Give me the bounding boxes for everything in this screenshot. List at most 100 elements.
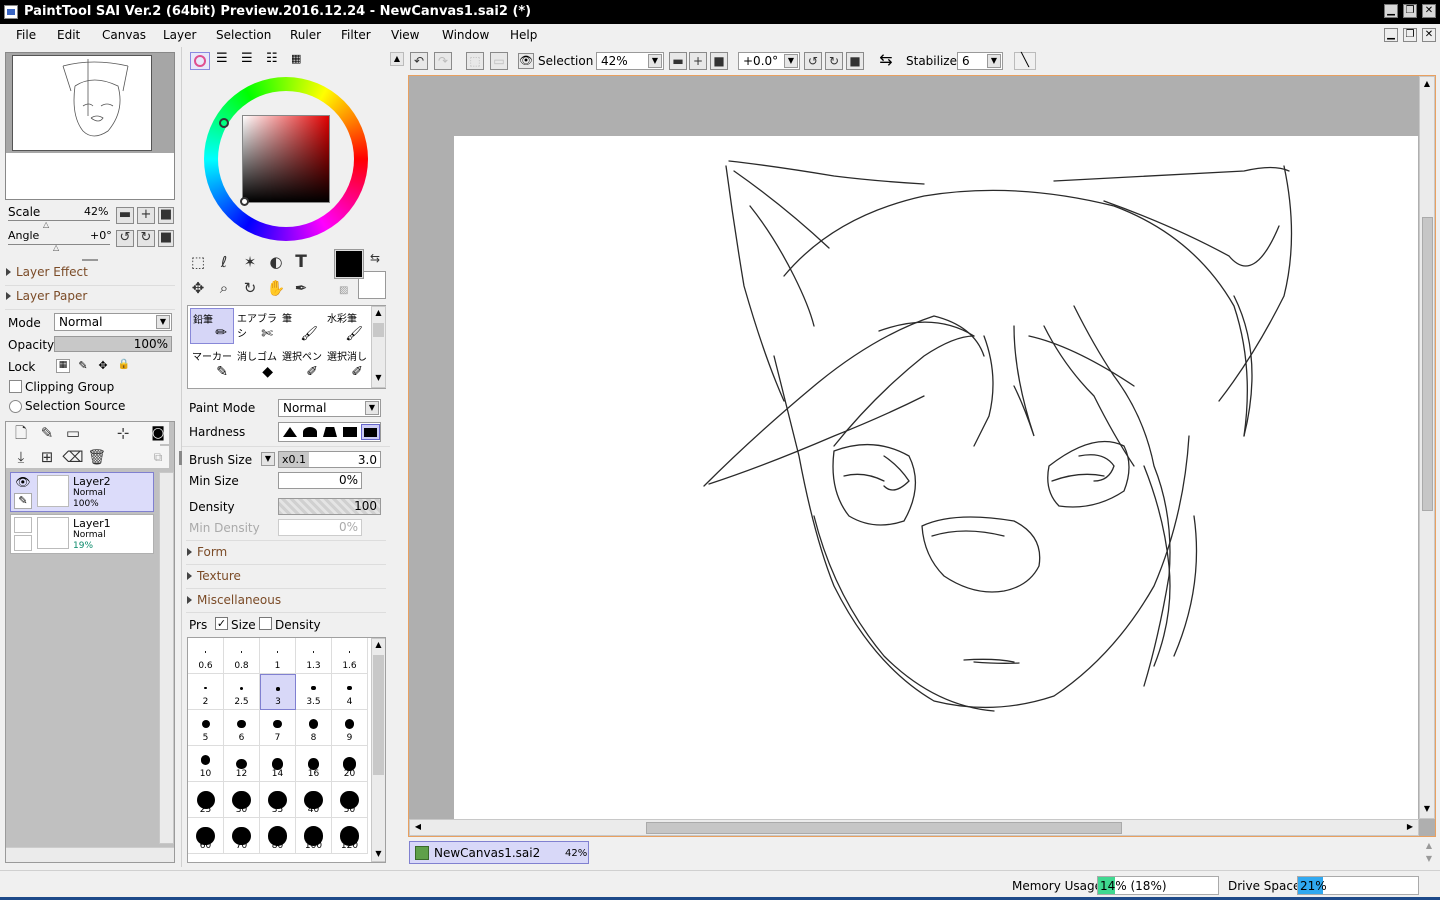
clipping-group-checkbox[interactable]	[9, 380, 22, 393]
clear-layer-icon[interactable]: ⌫	[62, 446, 84, 468]
brush-size-preset[interactable]: 70	[224, 818, 260, 854]
transparent-color-icon[interactable]: ▨	[339, 285, 348, 296]
layer-mode-select[interactable]: Normal ▼	[54, 313, 172, 331]
lock-transparency-icon[interactable]: ▦	[56, 359, 70, 373]
scratchpad-tab[interactable]: ▦	[291, 53, 311, 67]
canvas-zoom-out-button[interactable]: ▬	[669, 52, 687, 70]
visibility-eye-icon[interactable]: 👁	[14, 475, 32, 491]
brush-size-preset[interactable]: 9	[332, 710, 368, 746]
menu-help[interactable]: Help	[510, 28, 537, 42]
brush-size-preset[interactable]: 40	[296, 782, 332, 818]
menu-view[interactable]: View	[391, 28, 419, 42]
opacity-slider[interactable]: 100%	[54, 336, 172, 352]
hardness-hardest-option[interactable]	[361, 424, 380, 440]
menu-ruler[interactable]: Ruler	[290, 28, 321, 42]
pressure-size-checkbox[interactable]: ✓	[215, 617, 228, 630]
rect-select-icon[interactable]: ⬚	[187, 251, 209, 273]
panel-scroll-up-icon[interactable]: ▲	[390, 52, 404, 66]
foreground-color-swatch[interactable]	[334, 249, 364, 279]
lock-all-icon[interactable]: 🔒	[117, 359, 131, 373]
zoom-icon[interactable]: ⌕	[213, 277, 235, 299]
scroll-down-icon[interactable]: ▼	[1421, 804, 1433, 816]
delete-layer-icon[interactable]: 🗑	[86, 446, 108, 468]
canvas-tab[interactable]: NewCanvas1.sai2 42%	[409, 841, 589, 864]
layer-paper-section[interactable]: Layer Paper	[6, 289, 87, 303]
mdi-minimize-button[interactable]: ▁	[1384, 28, 1398, 42]
zoom-in-button[interactable]: +	[137, 207, 155, 224]
move-icon[interactable]: ✥	[187, 277, 209, 299]
brush-select-eraser[interactable]: 選択消し ✐	[325, 346, 369, 382]
tabs-scroll-up-icon[interactable]: ▲	[1422, 841, 1436, 852]
presets-scrollbar[interactable]: ▲ ▼	[371, 638, 385, 862]
brush-watercolor[interactable]: 水彩筆 🖌	[325, 308, 369, 344]
zoom-out-button[interactable]: ▬	[116, 207, 134, 224]
swap-colors-icon[interactable]: ⇆	[370, 251, 380, 265]
brush-box-scrollbar[interactable]: ▲ ▼	[371, 306, 386, 388]
brush-brush[interactable]: 筆 🖌	[280, 308, 324, 344]
menu-window[interactable]: Window	[442, 28, 489, 42]
swatches-tab[interactable]: ☷	[266, 52, 284, 67]
canvas-rotate-left-button[interactable]: ↺	[804, 52, 822, 70]
scroll-up-icon[interactable]: ▲	[1421, 79, 1433, 91]
brush-size-preset[interactable]: 8	[296, 710, 332, 746]
brush-size-preset[interactable]: 0.8	[224, 638, 260, 674]
brush-size-preset[interactable]: 0.6	[188, 638, 224, 674]
hand-icon[interactable]: ✋	[265, 277, 287, 299]
hsv-slider-tab[interactable]: ☰	[241, 52, 259, 67]
layer-list-scrollbar[interactable]	[159, 472, 174, 844]
brush-size-preset[interactable]: 16	[296, 746, 332, 782]
brush-size-preset[interactable]: 1.6	[332, 638, 368, 674]
scroll-thumb[interactable]	[373, 323, 384, 337]
selection-source-radio[interactable]	[9, 400, 22, 413]
canvas-rotate-right-button[interactable]: ↻	[825, 52, 843, 70]
eyedropper-icon[interactable]: ✒	[290, 277, 312, 299]
color-wheel-tab[interactable]	[190, 52, 210, 70]
scroll-thumb[interactable]	[373, 655, 384, 775]
brush-size-preset[interactable]: 120	[332, 818, 368, 854]
rotate-right-button[interactable]: ↻	[137, 230, 155, 247]
scroll-left-icon[interactable]: ◀	[412, 822, 424, 834]
brush-size-slider[interactable]: x0.1 3.0	[278, 451, 381, 468]
menu-file[interactable]: File	[16, 28, 36, 42]
zoom-select[interactable]: 42% ▼	[596, 52, 664, 70]
angle-slider-handle[interactable]: △	[53, 243, 59, 252]
panel-splitter[interactable]	[82, 259, 98, 261]
brush-pencil[interactable]: 鉛筆 ✏	[190, 308, 234, 344]
rotate-reset-button[interactable]: ■	[158, 230, 174, 247]
brush-size-preset[interactable]: 30	[224, 782, 260, 818]
canvas-viewport[interactable]: ▲ ▼ ◀ ▶	[408, 75, 1436, 837]
zoom-reset-button[interactable]: ■	[158, 207, 174, 224]
layer-effect-section[interactable]: Layer Effect	[6, 265, 88, 279]
min-density-slider[interactable]: 0%	[278, 519, 362, 536]
menu-filter[interactable]: Filter	[341, 28, 371, 42]
new-layer-icon[interactable]: 🗋	[10, 422, 32, 444]
scroll-right-icon[interactable]: ▶	[1404, 822, 1416, 834]
layer-transform-icon[interactable]: ⊹	[112, 422, 134, 444]
new-linework-layer-icon[interactable]: ✎	[36, 422, 58, 444]
brush-select-pen[interactable]: 選択ペン ✐	[280, 346, 324, 382]
lasso-icon[interactable]: ℓ	[213, 251, 235, 273]
brush-size-preset[interactable]: 2.5	[224, 674, 260, 710]
brush-size-preset[interactable]: 5	[188, 710, 224, 746]
minimize-button[interactable]: ▁	[1384, 4, 1398, 18]
layer-mask-icon[interactable]: ◙	[147, 422, 169, 444]
close-button[interactable]: ✕	[1422, 4, 1436, 18]
fill-icon[interactable]: ◐	[265, 251, 287, 273]
brush-size-preset[interactable]: 1	[260, 638, 296, 674]
hardness-hard-option[interactable]	[343, 427, 357, 437]
hardness-medium-option[interactable]	[303, 427, 317, 437]
density-slider[interactable]: 100	[278, 498, 381, 515]
flip-horizontal-icon[interactable]: ⇆	[876, 52, 896, 70]
miscellaneous-section[interactable]: Miscellaneous	[187, 593, 281, 607]
brush-size-preset[interactable]: 100	[296, 818, 332, 854]
form-section[interactable]: Form	[187, 545, 227, 559]
rotate-left-button[interactable]: ↺	[116, 230, 134, 247]
menu-edit[interactable]: Edit	[57, 28, 80, 42]
brush-size-preset[interactable]: 7	[260, 710, 296, 746]
brush-size-preset[interactable]: 3	[260, 674, 296, 710]
tabs-scroll-down-icon[interactable]: ▼	[1422, 854, 1436, 865]
brush-size-preset[interactable]: 20	[332, 746, 368, 782]
rgb-slider-tab[interactable]: ☰	[216, 52, 234, 67]
brush-size-preset[interactable]: 3.5	[296, 674, 332, 710]
brush-marker[interactable]: マーカー ✎	[190, 346, 234, 382]
